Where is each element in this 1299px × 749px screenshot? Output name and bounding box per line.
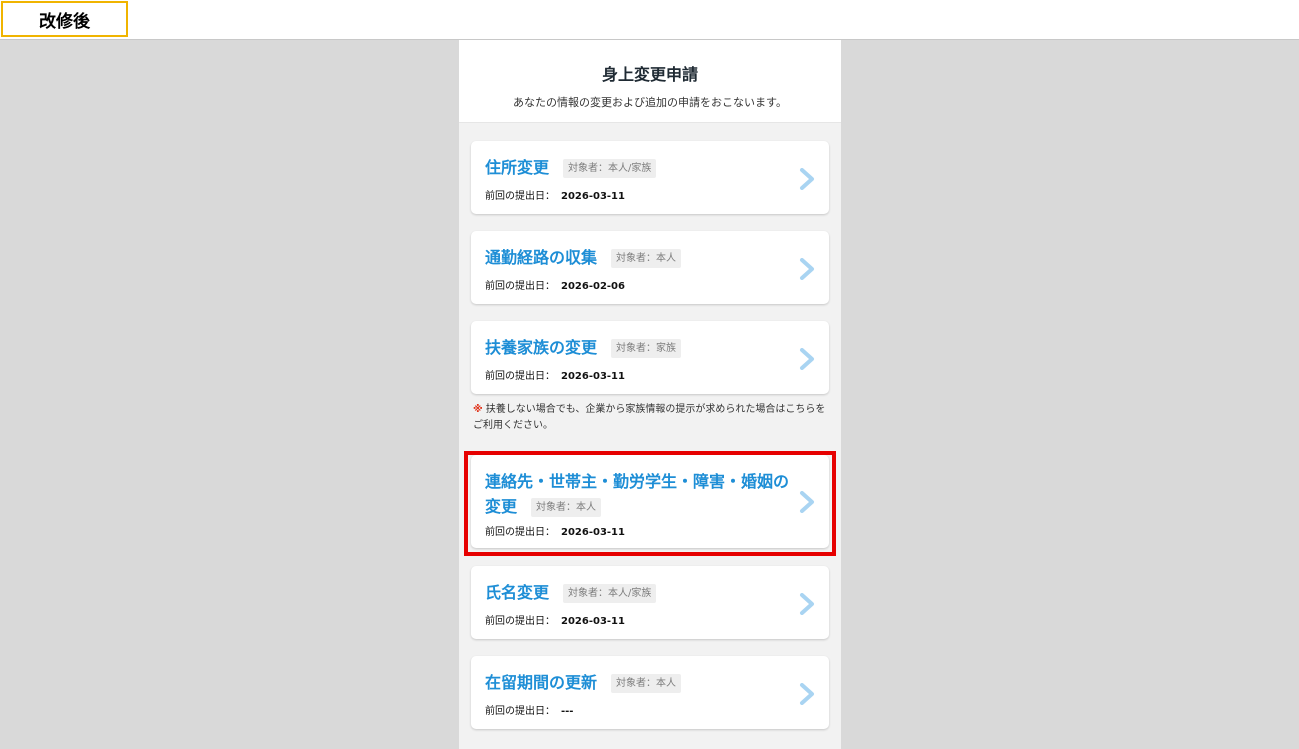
version-label: 改修後 [1, 1, 128, 37]
note-mark: ※ [473, 404, 483, 415]
last-submitted-label: 前回の提出日： [485, 706, 555, 717]
card-title: 住所変更 [485, 158, 550, 177]
request-card-dependents[interactable]: 扶養家族の変更 対象者：家族 前回の提出日： 2026-03-11 [471, 321, 829, 394]
last-submitted-label: 前回の提出日： [485, 616, 555, 627]
last-submitted-date: --- [561, 706, 574, 717]
page-title: 身上変更申請 [601, 65, 698, 84]
target-badge: 対象者：本人/家族 [563, 584, 657, 603]
card-title-row: 氏名変更 対象者：本人/家族 [485, 580, 789, 605]
page-header: 身上変更申請 あなたの情報の変更および追加の申請をおこないます。 [459, 40, 841, 123]
last-submitted: 前回の提出日： 2026-02-06 [485, 277, 625, 292]
target-badge: 対象者：本人/家族 [563, 159, 657, 178]
card-title-row: 扶養家族の変更 対象者：家族 [485, 335, 789, 360]
request-card-address-change[interactable]: 住所変更 対象者：本人/家族 前回の提出日： 2026-03-11 [471, 141, 829, 214]
last-submitted-label: 前回の提出日： [485, 371, 555, 382]
target-badge: 対象者：本人 [611, 249, 682, 268]
target-badge: 対象者：家族 [611, 339, 682, 358]
card-title-row: 通勤経路の収集 対象者：本人 [485, 245, 789, 270]
request-card-name-change[interactable]: 氏名変更 対象者：本人/家族 前回の提出日： 2026-03-11 [471, 566, 829, 639]
last-submitted: 前回の提出日： 2026-03-11 [485, 367, 625, 382]
request-card-commute-route[interactable]: 通勤経路の収集 対象者：本人 前回の提出日： 2026-02-06 [471, 231, 829, 304]
last-submitted-label: 前回の提出日： [485, 191, 555, 202]
page-subtitle: あなたの情報の変更および追加の申請をおこないます。 [513, 96, 787, 109]
last-submitted-date: 2026-03-11 [561, 371, 625, 382]
card-title: 通勤経路の収集 [485, 248, 598, 267]
highlight-frame [464, 451, 836, 556]
chevron-right-icon [799, 348, 815, 370]
phone-screen: 身上変更申請 あなたの情報の変更および追加の申請をおこないます。 住所変更 対象者… [459, 40, 841, 749]
card-title: 扶養家族の変更 [485, 338, 598, 357]
card-title: 在留期間の更新 [485, 673, 598, 692]
last-submitted: 前回の提出日： --- [485, 702, 573, 717]
last-submitted-date: 2026-03-11 [561, 616, 625, 627]
card-title: 氏名変更 [485, 583, 550, 602]
card-title-row: 在留期間の更新 対象者：本人 [485, 670, 789, 695]
last-submitted: 前回の提出日： 2026-03-11 [485, 612, 625, 627]
chevron-right-icon [799, 683, 815, 705]
chevron-right-icon [799, 593, 815, 615]
target-badge: 対象者：本人 [611, 674, 682, 693]
chevron-right-icon [799, 168, 815, 190]
top-bar: 改修後 [0, 0, 1299, 40]
card-title-row: 住所変更 対象者：本人/家族 [485, 155, 789, 180]
request-card-residence-period[interactable]: 在留期間の更新 対象者：本人 前回の提出日： --- [471, 656, 829, 729]
dependents-note: ※ 扶養しない場合でも、企業から家族情報の提示が求められた場合はこちらをご利用くだ… [473, 402, 827, 434]
last-submitted-label: 前回の提出日： [485, 281, 555, 292]
last-submitted-date: 2026-02-06 [561, 281, 625, 292]
chevron-right-icon [799, 258, 815, 280]
last-submitted: 前回の提出日： 2026-03-11 [485, 187, 625, 202]
last-submitted-date: 2026-03-11 [561, 191, 625, 202]
note-text: 扶養しない場合でも、企業から家族情報の提示が求められた場合はこちらをご利用くださ… [473, 404, 826, 431]
